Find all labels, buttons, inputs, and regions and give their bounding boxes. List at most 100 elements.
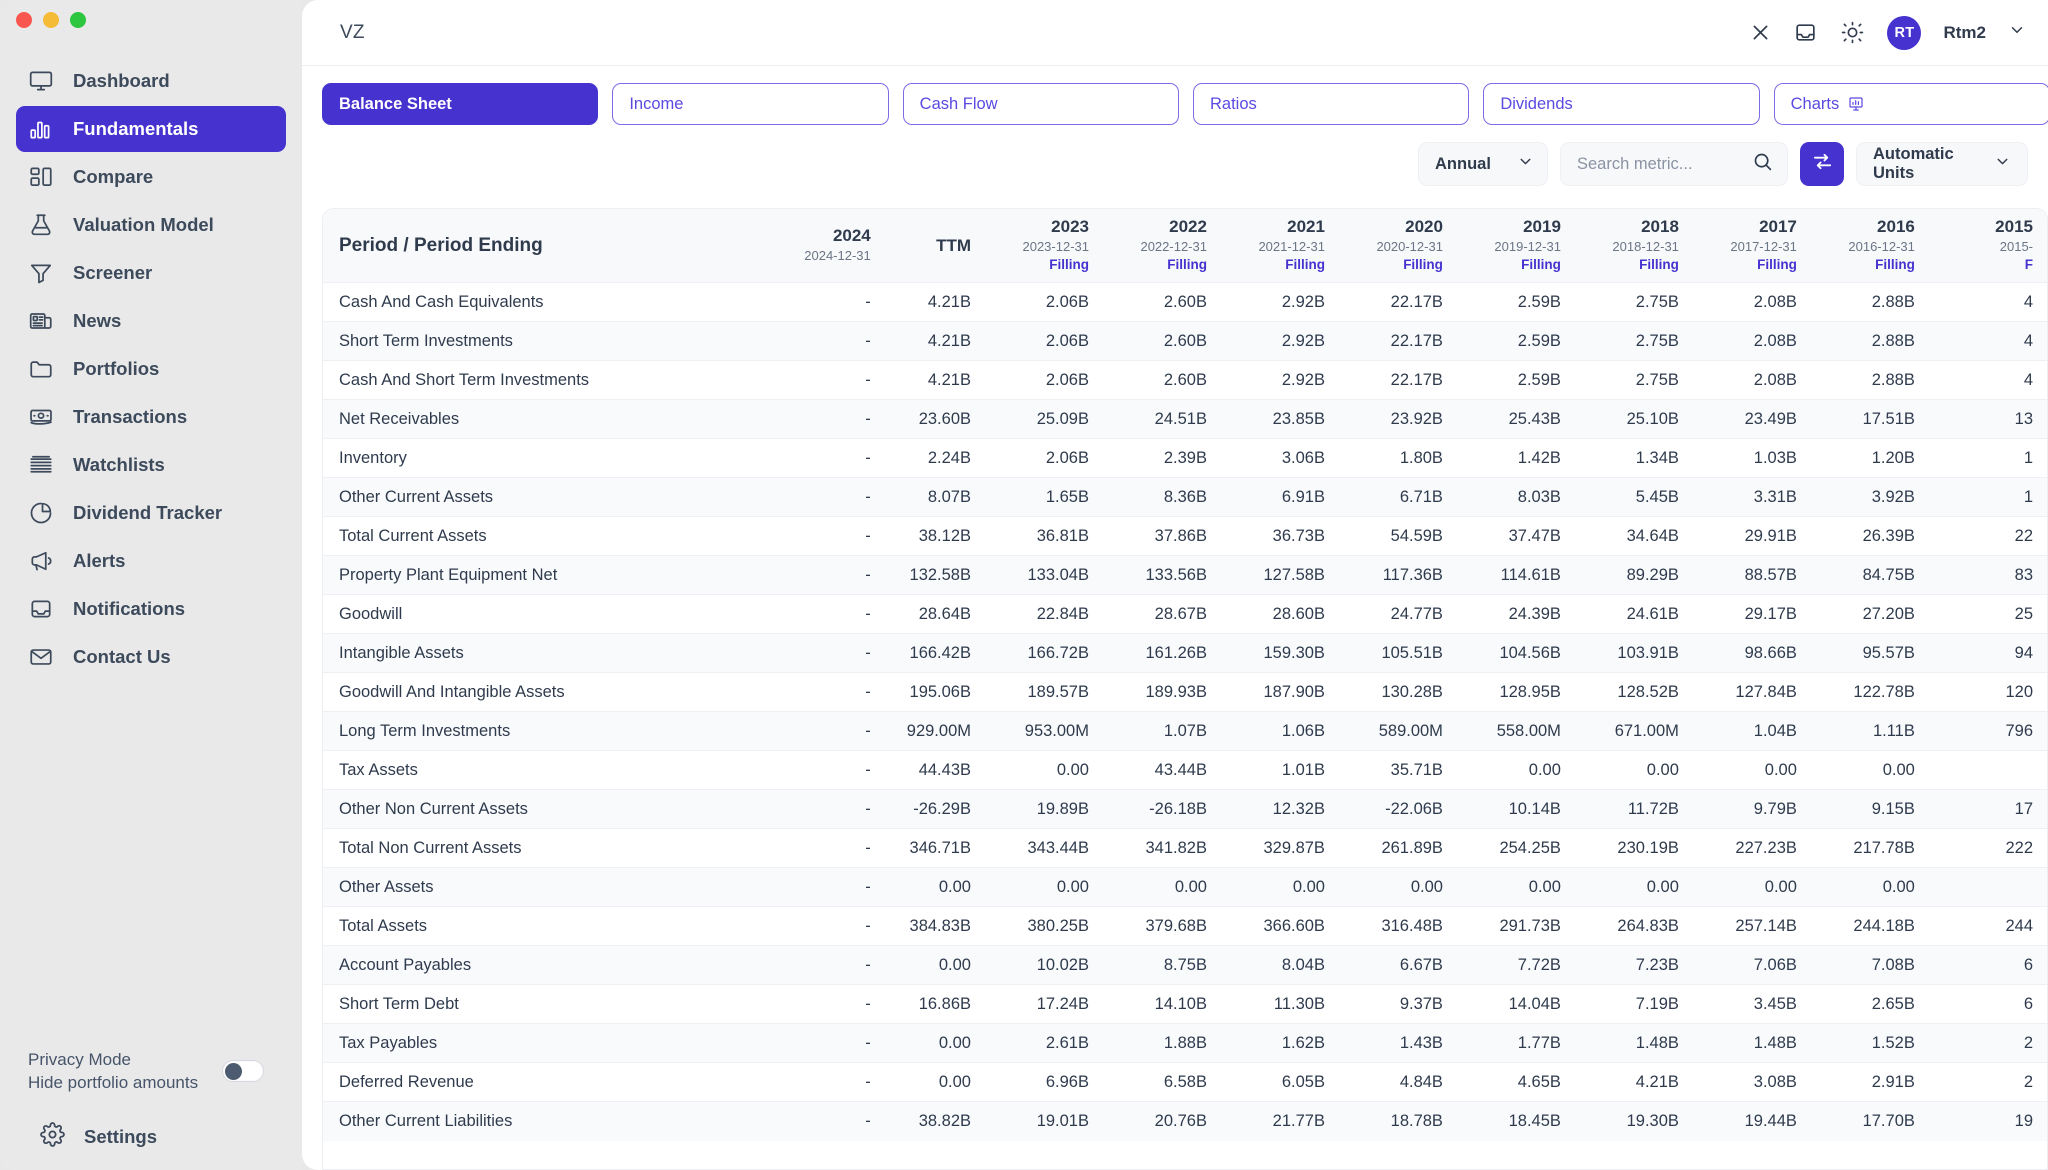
table-header-year-2019[interactable]: 2019 2019-12-31 Filling xyxy=(1456,209,1575,283)
column-filling-link[interactable]: Filling xyxy=(1825,256,1915,274)
metric-value: - xyxy=(761,711,885,751)
metric-value: 114.61B xyxy=(1456,555,1575,595)
column-filling-link[interactable]: Filling xyxy=(1235,256,1325,274)
metric-value: 88.57B xyxy=(1692,555,1811,595)
metric-value: 1.42B xyxy=(1456,438,1575,478)
search-metric-box[interactable] xyxy=(1560,142,1788,186)
table-header-year-2016[interactable]: 2016 2016-12-31 Filling xyxy=(1810,209,1929,283)
username-label[interactable]: Rtm2 xyxy=(1943,23,1986,43)
table-row[interactable]: Other Non Current Assets - -26.29B 19.89B -2… xyxy=(323,789,2047,829)
table-row[interactable]: Account Payables -0.00 10.02B 8.75B 8.04B 6.6… xyxy=(323,945,2047,985)
sidebar-item-dashboard[interactable]: Dashboard xyxy=(16,58,286,104)
topbar-actions: RT Rtm2 xyxy=(1750,15,2026,50)
metric-value: 16.86B xyxy=(884,984,985,1024)
table-row[interactable]: Other Current Liabilities -38.82B 19.01B 20… xyxy=(323,1101,2047,1141)
table-row[interactable]: Deferred Revenue -0.00 6.96B 6.58B 6.05B 4.84… xyxy=(323,1062,2047,1102)
sidebar-item-label: Fundamentals xyxy=(73,118,199,139)
sidebar-item-dividend-tracker[interactable]: Dividend Tracker xyxy=(16,490,286,536)
tab-balance-sheet[interactable]: Balance Sheet xyxy=(322,83,599,125)
units-select[interactable]: Automatic Units xyxy=(1856,142,2028,186)
metric-value: 23.92B xyxy=(1338,399,1457,439)
table-row[interactable]: Short Term Investments -4.21B 2.06B 2.60B 2.… xyxy=(323,321,2047,361)
sidebar-item-contact-us[interactable]: Contact Us xyxy=(16,634,286,680)
table-row[interactable]: Other Assets -0.00 0.00 0.00 0.00 0.00 0.00 0.0… xyxy=(323,867,2047,907)
sidebar-item-compare[interactable]: Compare xyxy=(16,154,286,200)
sidebar-item-valuation-model[interactable]: Valuation Model xyxy=(16,202,286,248)
column-filling-link[interactable]: Filling xyxy=(1707,256,1797,274)
table-header-year-2022[interactable]: 2022 2022-12-31 Filling xyxy=(1102,209,1221,283)
column-filling-link[interactable]: Filling xyxy=(1471,256,1561,274)
inbox-icon[interactable] xyxy=(1793,20,1818,45)
column-filling-link[interactable]: Filling xyxy=(1117,256,1207,274)
table-row[interactable]: Inventory -2.24B 2.06B 2.39B 3.06B 1.80B 1.42B… xyxy=(323,438,2047,478)
table-row[interactable]: Tax Payables -0.00 2.61B 1.88B 1.62B 1.43B 1.7… xyxy=(323,1023,2047,1063)
sidebar-item-screener[interactable]: Screener xyxy=(16,250,286,296)
metric-value: 0.00 xyxy=(1338,867,1457,907)
metric-value: 19.44B xyxy=(1692,1101,1811,1141)
table-header-year-2018[interactable]: 2018 2018-12-31 Filling xyxy=(1574,209,1693,283)
sidebar-item-notifications[interactable]: Notifications xyxy=(16,586,286,632)
tab-charts[interactable]: Charts xyxy=(1773,83,2048,125)
sidebar-item-fundamentals[interactable]: Fundamentals xyxy=(16,106,286,152)
column-filling-link[interactable]: Filling xyxy=(1353,256,1443,274)
table-header-year-2024[interactable]: 2024 2024-12-31 xyxy=(761,209,885,283)
financials-table-container[interactable]: Period / Period Ending 2024 2024-12-31 TTM 2… xyxy=(322,208,2048,1170)
metric-value: 244.18B xyxy=(1810,906,1929,946)
privacy-mode-row: Privacy Mode Hide portfolio amounts xyxy=(28,1048,286,1094)
sidebar-item-transactions[interactable]: Transactions xyxy=(16,394,286,440)
swap-axes-button[interactable] xyxy=(1800,142,1844,186)
table-row[interactable]: Cash And Short Term Investments -4.21B 2.0… xyxy=(323,360,2047,400)
tab-cash-flow[interactable]: Cash Flow xyxy=(902,83,1179,125)
tab-dividends[interactable]: Dividends xyxy=(1483,83,1760,125)
column-filling-link[interactable]: Filling xyxy=(999,256,1089,274)
table-row[interactable]: Goodwill -28.64B 22.84B 28.67B 28.60B 24.77B 2… xyxy=(323,594,2047,634)
tab-ratios[interactable]: Ratios xyxy=(1192,83,1470,125)
period-select[interactable]: Annual xyxy=(1418,142,1548,186)
zoom-window-button[interactable] xyxy=(70,12,86,28)
minimize-window-button[interactable] xyxy=(43,12,59,28)
metric-value: 11.30B xyxy=(1220,984,1339,1024)
sidebar-item-settings[interactable]: Settings xyxy=(28,1122,286,1152)
layers-icon xyxy=(28,452,54,478)
sidebar-item-alerts[interactable]: Alerts xyxy=(16,538,286,584)
sidebar-item-portfolios[interactable]: Portfolios xyxy=(16,346,286,392)
table-header-year-2017[interactable]: 2017 2017-12-31 Filling xyxy=(1692,209,1811,283)
table-row[interactable]: Total Current Assets -38.12B 36.81B 37.86B 3… xyxy=(323,516,2047,556)
table-row[interactable]: Tax Assets -44.43B 0.00 43.44B 1.01B 35.71B 0.… xyxy=(323,750,2047,790)
search-icon[interactable] xyxy=(1752,151,1773,177)
close-window-button[interactable] xyxy=(16,12,32,28)
sidebar-item-news[interactable]: News xyxy=(16,298,286,344)
column-filling-link[interactable]: Filling xyxy=(1589,256,1679,274)
metric-label: Tax Payables xyxy=(323,1023,762,1063)
table-header-year-2021[interactable]: 2021 2021-12-31 Filling xyxy=(1220,209,1339,283)
sidebar-item-watchlists[interactable]: Watchlists xyxy=(16,442,286,488)
table-row[interactable]: Cash And Cash Equivalents -4.21B 2.06B 2.60… xyxy=(323,282,2047,322)
privacy-mode-toggle[interactable] xyxy=(222,1060,264,1082)
table-header-ttm[interactable]: TTM xyxy=(884,209,985,283)
metric-value: 83 xyxy=(1928,555,2047,595)
metric-value: - xyxy=(761,477,885,517)
table-header-year-2020[interactable]: 2020 2020-12-31 Filling xyxy=(1338,209,1457,283)
table-row[interactable]: Long Term Investments -929.00M 953.00M 1.07… xyxy=(323,711,2047,751)
table-header-year-2023[interactable]: 2023 2023-12-31 Filling xyxy=(985,209,1103,283)
avatar[interactable]: RT xyxy=(1887,15,1922,50)
table-row[interactable]: Goodwill And Intangible Assets -195.06B 18… xyxy=(323,672,2047,712)
table-row[interactable]: Total Non Current Assets -346.71B 343.44B 3… xyxy=(323,828,2047,868)
search-input[interactable] xyxy=(1577,154,1742,174)
table-row[interactable]: Net Receivables -23.60B 25.09B 24.51B 23.85B… xyxy=(323,399,2047,439)
table-row[interactable]: Intangible Assets -166.42B 166.72B 161.26B 1… xyxy=(323,633,2047,673)
table-row[interactable]: Short Term Debt -16.86B 17.24B 14.10B 11.30B… xyxy=(323,984,2047,1024)
metric-value: 2.88B xyxy=(1810,360,1929,400)
sun-icon[interactable] xyxy=(1840,20,1865,45)
column-filling-link[interactable]: F xyxy=(1943,256,2033,274)
table-row[interactable]: Total Assets -384.83B 380.25B 379.68B 366.60… xyxy=(323,906,2047,946)
metric-value: 341.82B xyxy=(1102,828,1221,868)
chevron-down-icon[interactable] xyxy=(2008,21,2026,44)
table-row[interactable]: Other Current Assets -8.07B 1.65B 8.36B 6.91… xyxy=(323,477,2047,517)
close-icon[interactable] xyxy=(1750,22,1771,43)
table-row[interactable]: Property Plant Equipment Net -132.58B 133.… xyxy=(323,555,2047,595)
metric-value: 10.14B xyxy=(1456,789,1575,829)
table-header-year-2015[interactable]: 2015 2015- F xyxy=(1928,209,2047,283)
tab-income[interactable]: Income xyxy=(612,83,889,125)
metric-value: 8.07B xyxy=(884,477,985,517)
